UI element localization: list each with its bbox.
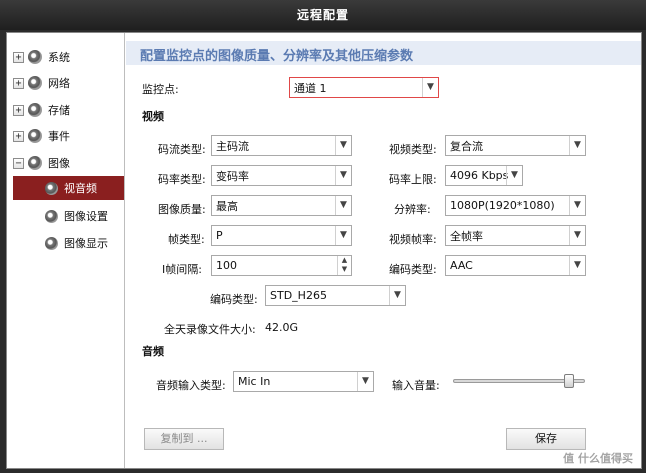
chevron-down-icon[interactable]: ▼ — [335, 196, 351, 215]
sidebar-subitem-label: 图像设置 — [64, 210, 108, 223]
expand-icon[interactable]: + — [13, 104, 24, 116]
audio-input-value: Mic In — [238, 375, 271, 388]
audio-codec-value: AAC — [450, 259, 473, 272]
sidebar-item-label: 存储 — [48, 104, 70, 117]
sidebar-item-label: 图像 — [48, 157, 70, 170]
chevron-down-icon[interactable]: ▼ — [569, 256, 585, 275]
frame-type-label: 帧类型: — [168, 233, 205, 246]
chevron-down-icon[interactable]: ▼ — [506, 166, 522, 185]
chevron-down-icon[interactable]: ▼ — [422, 78, 438, 97]
sidebar-item-image[interactable]: − 图像 — [13, 153, 70, 173]
gear-icon — [28, 50, 42, 64]
resolution-label: 分辨率: — [394, 203, 431, 216]
sidebar-subitem-label: 图像显示 — [64, 237, 108, 250]
image-quality-label: 图像质量: — [158, 203, 206, 216]
sidebar-item-label: 网络 — [48, 77, 70, 90]
monitor-point-value: 通道 1 — [294, 81, 327, 95]
audio-codec-select[interactable]: AAC ▼ — [445, 255, 586, 276]
stream-type-select[interactable]: 主码流 ▼ — [211, 135, 352, 156]
frame-type-select[interactable]: P ▼ — [211, 225, 352, 246]
chevron-down-icon[interactable]: ▼ — [389, 286, 405, 305]
image-quality-select[interactable]: 最高 ▼ — [211, 195, 352, 216]
sidebar-item-storage[interactable]: + 存储 — [13, 100, 70, 120]
header-bar: 配置监控点的图像质量、分辨率及其他压缩参数 — [126, 41, 641, 65]
video-section-title: 视频 — [142, 110, 164, 123]
sidebar-item-event[interactable]: + 事件 — [13, 126, 70, 146]
sidebar-item-network[interactable]: + 网络 — [13, 73, 70, 93]
bitrate-limit-select[interactable]: 4096 Kbps ▼ — [445, 165, 523, 186]
file-size-label: 全天录像文件大小: — [164, 323, 256, 336]
window-title: 远程配置 — [0, 0, 646, 30]
sidebar-subitem-image-settings[interactable]: 图像设置 — [13, 204, 124, 228]
sidebar-subitem-label: 视音频 — [64, 182, 97, 195]
collapse-icon[interactable]: − — [13, 157, 24, 169]
save-button[interactable]: 保存 — [506, 428, 586, 450]
watermark: 值 什么值得买 — [563, 452, 633, 465]
stream-type-value: 主码流 — [216, 139, 249, 153]
main-panel: 配置监控点的图像质量、分辨率及其他压缩参数 监控点: 通道 1 ▼ 视频 码流类… — [126, 33, 641, 468]
bitrate-type-label: 码率类型: — [158, 173, 206, 186]
audio-input-label: 音频输入类型: — [156, 379, 226, 392]
gear-icon — [45, 209, 58, 223]
video-type-select[interactable]: 复合流 ▼ — [445, 135, 586, 156]
sidebar-item-system[interactable]: + 系统 — [13, 47, 70, 67]
expand-icon[interactable]: + — [13, 77, 24, 89]
video-codec-label: 编码类型: — [210, 293, 258, 306]
video-codec-value: STD_H265 — [270, 289, 327, 302]
sidebar-subitem-video-audio[interactable]: 视音频 — [13, 176, 124, 200]
frame-rate-value: 全帧率 — [450, 229, 483, 243]
expand-icon[interactable]: + — [13, 51, 24, 63]
chevron-down-icon[interactable]: ▼ — [335, 166, 351, 185]
gear-icon — [28, 129, 42, 143]
spin-arrows-icon[interactable]: ▲ ▼ — [337, 256, 351, 275]
image-quality-value: 最高 — [216, 199, 238, 213]
video-type-label: 视频类型: — [389, 143, 437, 156]
bitrate-limit-label: 码率上限: — [389, 173, 437, 186]
sidebar-item-label: 事件 — [48, 130, 70, 143]
chevron-down-icon[interactable]: ▼ — [335, 136, 351, 155]
chevron-down-icon[interactable]: ▼ — [335, 226, 351, 245]
sidebar-item-label: 系统 — [48, 51, 70, 64]
sidebar-subitem-image-display[interactable]: 图像显示 — [13, 231, 124, 255]
bitrate-type-select[interactable]: 变码率 ▼ — [211, 165, 352, 186]
gear-icon — [28, 103, 42, 117]
input-volume-label: 输入音量: — [392, 379, 440, 392]
sidebar: + 系统 + 网络 + 存储 + 事件 − 图像 视音频 图像设置 图像显示 — [7, 33, 125, 468]
remote-config-window: + 系统 + 网络 + 存储 + 事件 − 图像 视音频 图像设置 图像显示 配… — [6, 32, 642, 469]
bitrate-type-value: 变码率 — [216, 169, 249, 183]
gear-icon — [28, 76, 42, 90]
expand-icon[interactable]: + — [13, 130, 24, 142]
frame-rate-label: 视频帧率: — [389, 233, 437, 246]
monitor-point-label: 监控点: — [142, 83, 179, 96]
gear-icon — [28, 156, 42, 170]
video-codec-select[interactable]: STD_H265 ▼ — [265, 285, 406, 306]
resolution-value: 1080P(1920*1080) — [450, 199, 555, 212]
i-frame-interval-value: 100 — [216, 259, 237, 272]
video-type-value: 复合流 — [450, 139, 483, 153]
stream-type-label: 码流类型: — [158, 143, 206, 156]
frame-type-value: P — [216, 229, 223, 242]
chevron-down-icon[interactable]: ▼ — [357, 372, 373, 391]
audio-input-select[interactable]: Mic In ▼ — [233, 371, 374, 392]
resolution-select[interactable]: 1080P(1920*1080) ▼ — [445, 195, 586, 216]
input-volume-thumb[interactable] — [564, 374, 575, 388]
audio-section-title: 音频 — [142, 345, 164, 358]
i-frame-interval-stepper[interactable]: 100 ▲ ▼ — [211, 255, 352, 276]
monitor-point-select[interactable]: 通道 1 ▼ — [289, 77, 439, 98]
chevron-down-icon[interactable]: ▼ — [569, 136, 585, 155]
i-frame-interval-label: I帧间隔: — [162, 263, 202, 276]
gear-icon — [45, 236, 58, 250]
copy-to-button[interactable]: 复制到 ... — [144, 428, 224, 450]
audio-codec-label: 编码类型: — [389, 263, 437, 276]
chevron-down-icon[interactable]: ▼ — [569, 196, 585, 215]
frame-rate-select[interactable]: 全帧率 ▼ — [445, 225, 586, 246]
page-title: 配置监控点的图像质量、分辨率及其他压缩参数 — [140, 49, 414, 64]
file-size-value: 42.0G — [265, 321, 299, 334]
bitrate-limit-value: 4096 Kbps — [450, 169, 509, 182]
chevron-down-icon[interactable]: ▼ — [569, 226, 585, 245]
gear-icon — [45, 181, 58, 195]
